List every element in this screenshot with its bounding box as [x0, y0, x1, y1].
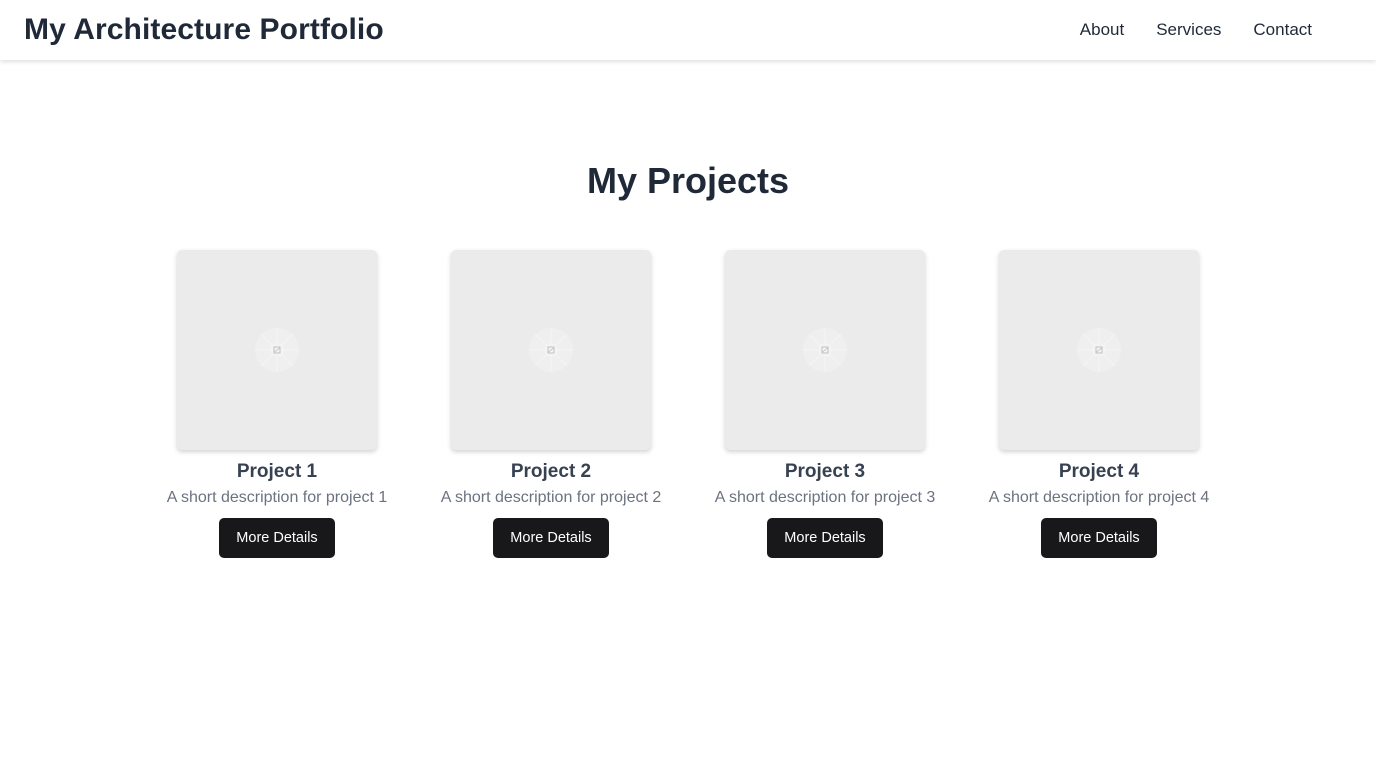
- image-placeholder-icon: [1077, 328, 1121, 372]
- more-details-button[interactable]: More Details: [1041, 518, 1157, 558]
- image-placeholder-icon: [529, 328, 573, 372]
- project-title: Project 3: [784, 461, 866, 482]
- project-image: [451, 250, 651, 450]
- project-image: [725, 250, 925, 450]
- project-description: A short description for project 1: [166, 489, 388, 506]
- project-description: A short description for project 4: [988, 489, 1210, 506]
- project-card: Project 2 A short description for projec…: [414, 250, 688, 558]
- site-title[interactable]: My Architecture Portfolio: [24, 13, 384, 47]
- project-description: A short description for project 3: [714, 489, 936, 506]
- nav-about-link[interactable]: About: [1080, 20, 1124, 40]
- image-placeholder-icon: [803, 328, 847, 372]
- project-title: Project 2: [510, 461, 592, 482]
- project-card: Project 3 A short description for projec…: [688, 250, 962, 558]
- project-image: [999, 250, 1199, 450]
- more-details-button[interactable]: More Details: [767, 518, 883, 558]
- more-details-button[interactable]: More Details: [219, 518, 335, 558]
- more-details-button[interactable]: More Details: [493, 518, 609, 558]
- project-title: Project 1: [236, 461, 318, 482]
- site-header: My Architecture Portfolio About Services…: [0, 0, 1376, 60]
- main-nav: About Services Contact: [1048, 20, 1312, 40]
- project-card: Project 4 A short description for projec…: [962, 250, 1236, 558]
- nav-services-link[interactable]: Services: [1156, 20, 1221, 40]
- image-placeholder-icon: [255, 328, 299, 372]
- nav-contact-link[interactable]: Contact: [1253, 20, 1312, 40]
- project-card: Project 1 A short description for projec…: [140, 250, 414, 558]
- project-image: [177, 250, 377, 450]
- project-description: A short description for project 2: [440, 489, 662, 506]
- projects-grid: Project 1 A short description for projec…: [140, 250, 1236, 558]
- projects-heading: My Projects: [586, 160, 790, 201]
- project-title: Project 4: [1058, 461, 1140, 482]
